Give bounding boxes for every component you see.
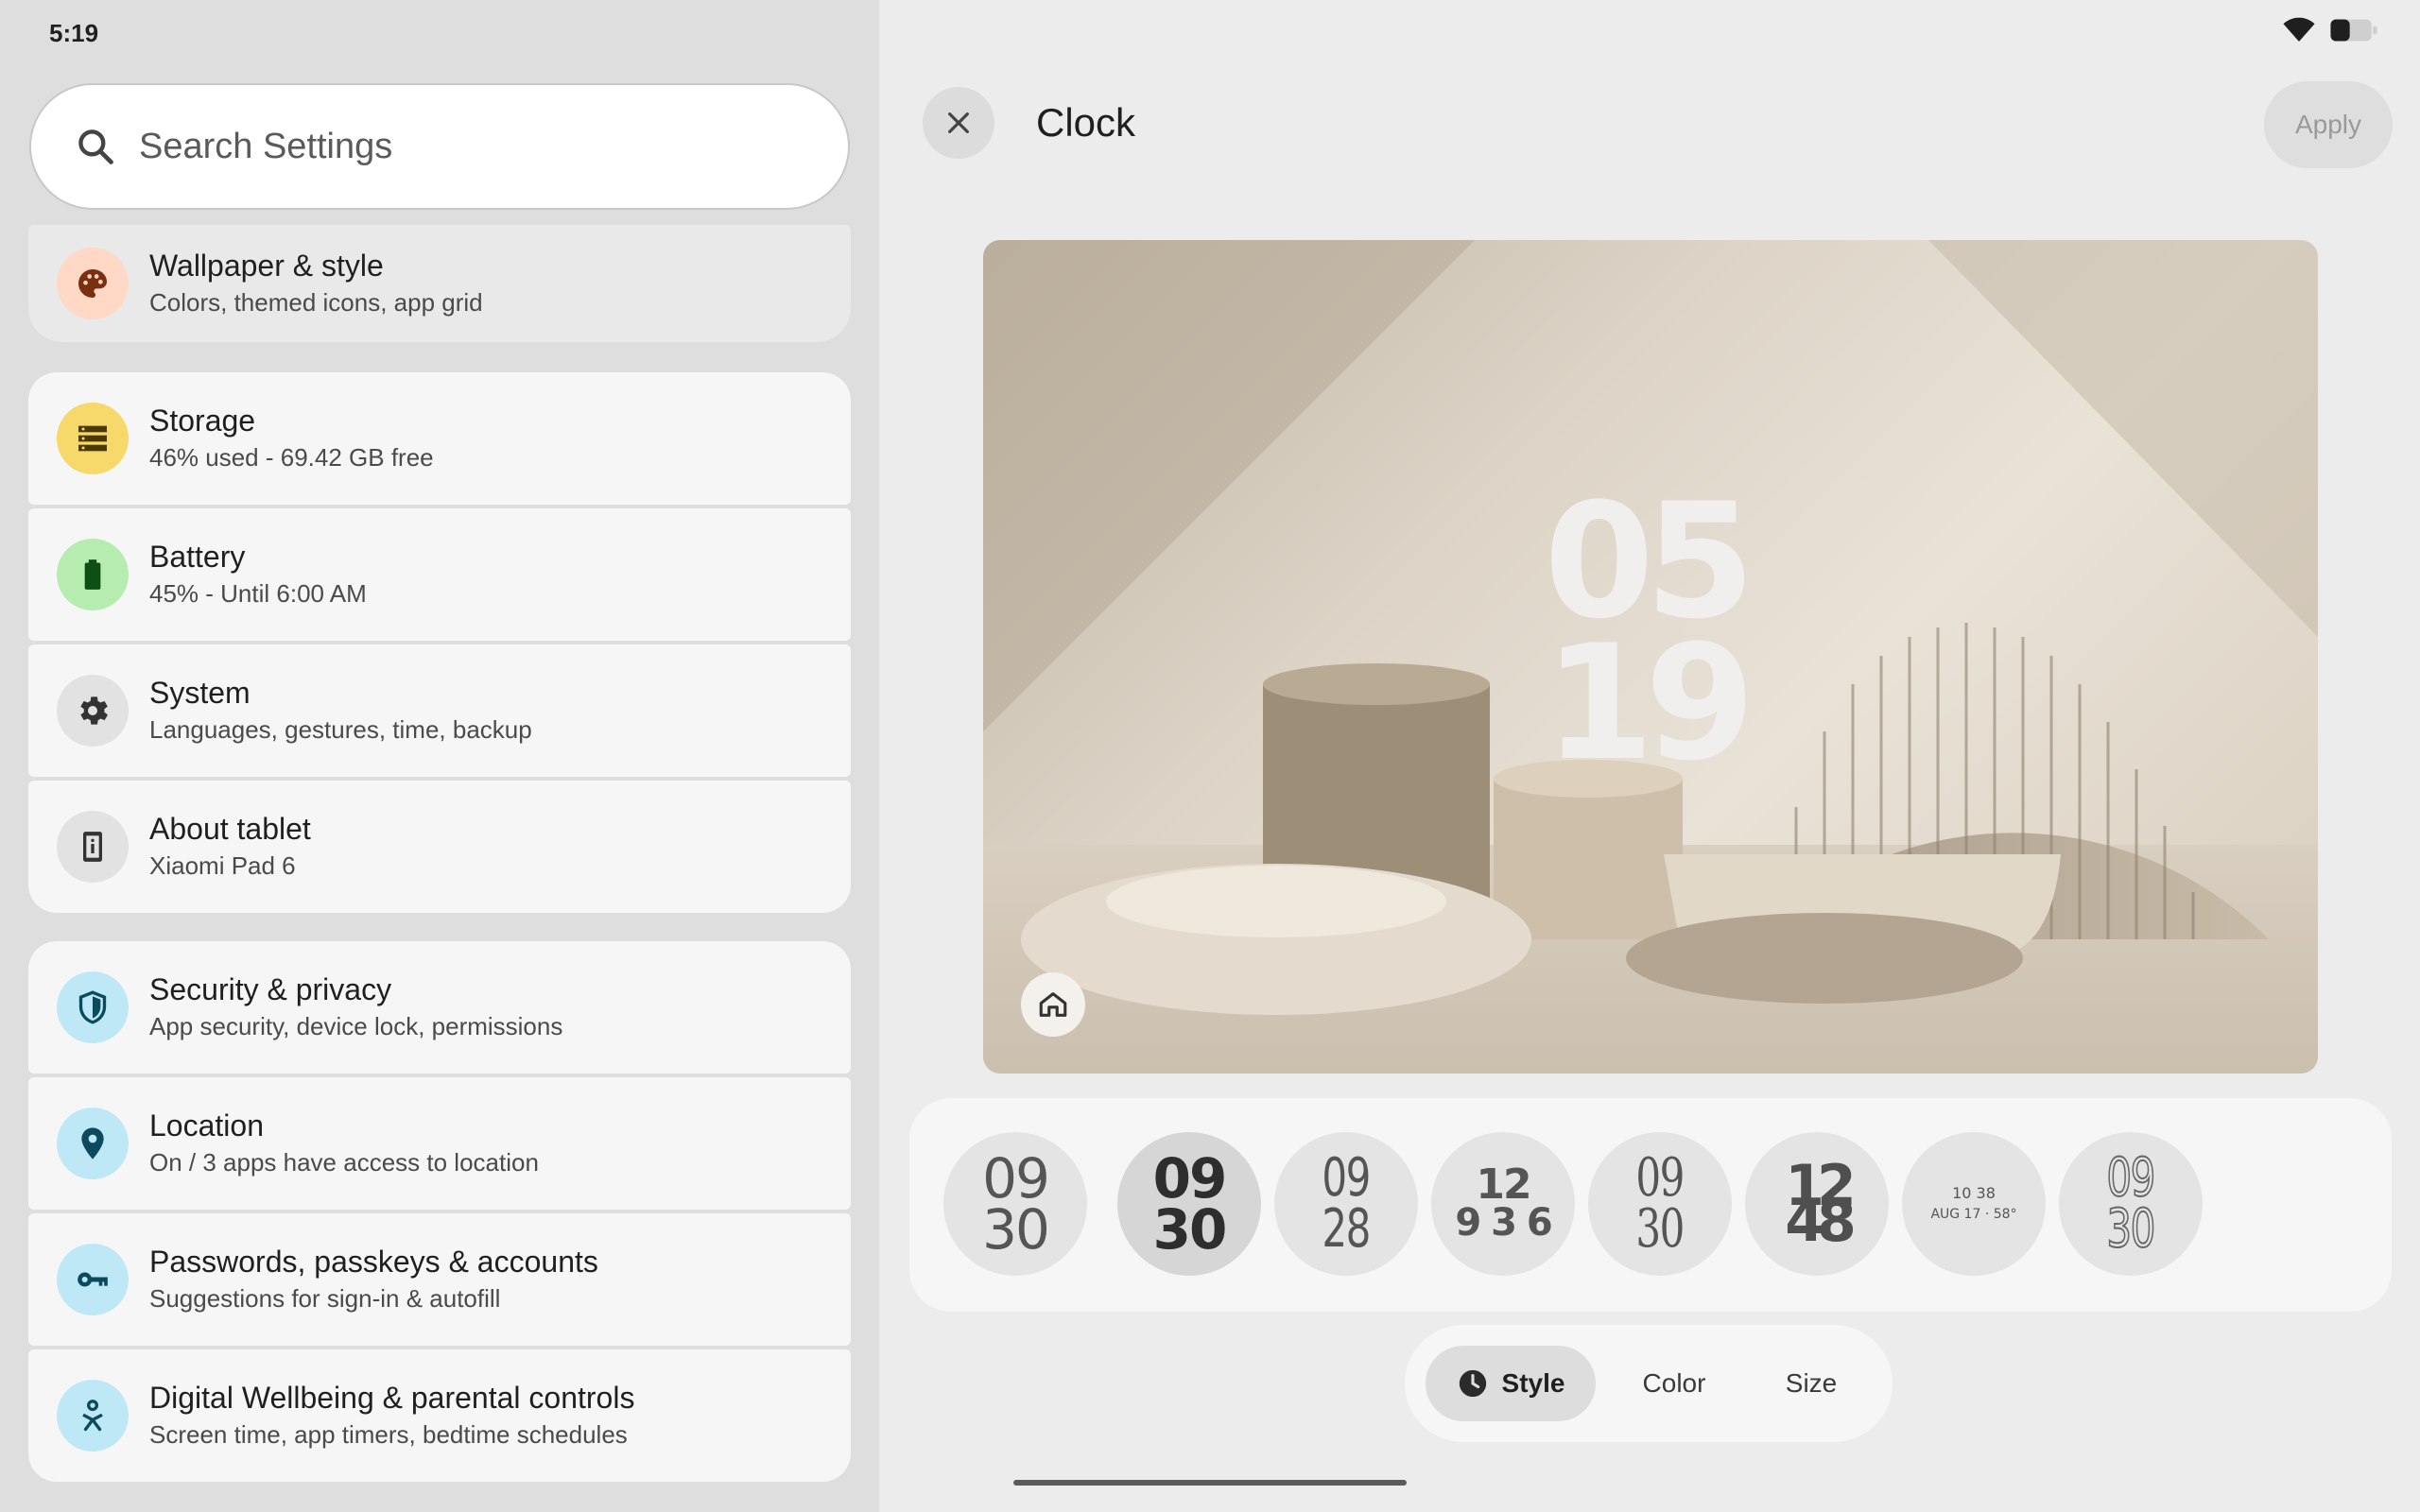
settings-item-passwords[interactable]: Passwords, passkeys & accounts Suggestio… — [28, 1213, 851, 1346]
face-line: 09 — [982, 1146, 1050, 1211]
tab-label: Size — [1785, 1368, 1838, 1398]
item-subtitle: On / 3 apps have access to location — [149, 1148, 539, 1177]
item-subtitle: Xiaomi Pad 6 — [149, 851, 296, 880]
settings-pane: 5:19 Search Settings Wallpaper & style C… — [0, 0, 879, 1512]
clock-face-option[interactable]: 12 9 3 6 — [1431, 1132, 1575, 1276]
tab-label: Color — [1642, 1368, 1706, 1398]
key-icon — [57, 1244, 129, 1315]
storage-icon — [57, 403, 129, 474]
tab-size[interactable]: Size — [1745, 1346, 1877, 1421]
face-line: 10 38 — [1952, 1184, 1996, 1202]
status-time: 5:19 — [49, 19, 99, 47]
system-status-icons — [2282, 17, 2378, 43]
wellbeing-icon — [57, 1380, 129, 1452]
item-subtitle: 46% used - 69.42 GB free — [149, 443, 434, 472]
item-title: System — [149, 676, 251, 710]
preview-clock-minutes: 19 — [1544, 610, 1755, 796]
navigation-handle[interactable] — [1013, 1480, 1407, 1486]
item-title: About tablet — [149, 812, 311, 846]
item-title: Wallpaper & style — [149, 249, 384, 283]
item-subtitle: 45% - Until 6:00 AM — [149, 579, 367, 608]
battery-icon — [2330, 19, 2377, 42]
face-line: 09 — [1152, 1146, 1228, 1211]
palette-icon — [57, 248, 129, 319]
tablet-info-icon — [57, 811, 129, 883]
clock-face-option[interactable]: 10 38 AUG 17 · 58° — [1902, 1132, 2046, 1276]
item-subtitle: Screen time, app timers, bedtime schedul… — [149, 1420, 628, 1449]
face-line: 28 — [1322, 1198, 1372, 1260]
settings-item-digital-wellbeing[interactable]: Digital Wellbeing & parental controls Sc… — [28, 1349, 851, 1482]
tab-label: Style — [1501, 1368, 1565, 1398]
home-icon — [1039, 992, 1067, 1017]
face-line: 30 — [982, 1197, 1050, 1262]
clock-editor-pane: Clock Apply 05 19 09 30 09 30 09 28 12 9… — [879, 0, 2420, 1512]
shield-icon — [57, 971, 129, 1043]
settings-item-location[interactable]: Location On / 3 apps have access to loca… — [28, 1077, 851, 1210]
settings-item-system[interactable]: System Languages, gestures, time, backup — [28, 644, 851, 777]
close-button[interactable] — [923, 87, 994, 159]
clock-face-option[interactable]: 09 30 — [1588, 1132, 1732, 1276]
close-icon — [948, 112, 969, 133]
search-settings-bar[interactable]: Search Settings — [29, 83, 850, 210]
item-title: Digital Wellbeing & parental controls — [149, 1381, 635, 1415]
search-icon — [78, 129, 113, 164]
item-subtitle: App security, device lock, permissions — [149, 1012, 563, 1040]
settings-item-storage[interactable]: Storage 46% used - 69.42 GB free — [28, 372, 851, 505]
item-subtitle: Suggestions for sign-in & autofill — [149, 1284, 501, 1313]
face-line: 09 — [1322, 1147, 1372, 1209]
face-line: 30 — [1635, 1198, 1685, 1260]
item-title: Battery — [149, 540, 246, 574]
face-line: 09 — [1635, 1147, 1685, 1209]
search-placeholder: Search Settings — [139, 126, 393, 166]
tab-color[interactable]: Color — [1603, 1346, 1745, 1421]
home-button[interactable] — [1021, 972, 1085, 1037]
clock-icon — [1459, 1369, 1486, 1398]
settings-item-about-tablet[interactable]: About tablet Xiaomi Pad 6 — [28, 781, 851, 913]
face-line: AUG 17 · 58° — [1930, 1207, 2017, 1222]
face-line: 30 — [2106, 1198, 2156, 1260]
item-title: Security & privacy — [149, 972, 392, 1006]
preview-clock: 05 19 — [1512, 482, 1777, 796]
settings-item-security[interactable]: Security & privacy App security, device … — [28, 941, 851, 1074]
item-title: Storage — [149, 404, 256, 438]
clock-face-option[interactable]: 12 48 — [1745, 1132, 1889, 1276]
item-subtitle: Languages, gestures, time, backup — [149, 715, 532, 744]
item-title: Passwords, passkeys & accounts — [149, 1245, 598, 1279]
clock-style-picker: 09 30 09 30 09 28 12 9 3 6 09 30 12 48 1… — [909, 1098, 2392, 1312]
wifi-icon — [2283, 17, 2315, 42]
clock-face-option-selected[interactable]: 09 30 — [1117, 1132, 1261, 1276]
gear-icon — [57, 675, 129, 747]
settings-item-battery[interactable]: Battery 45% - Until 6:00 AM — [28, 508, 851, 641]
apply-button[interactable]: Apply — [2264, 81, 2393, 168]
clock-face-option[interactable]: 09 30 — [943, 1132, 1087, 1276]
lockscreen-preview: 05 19 — [983, 240, 2318, 1074]
location-pin-icon — [57, 1108, 129, 1179]
face-line: 12 — [1476, 1160, 1531, 1209]
face-line: 9 3 6 — [1455, 1201, 1552, 1245]
item-title: Location — [149, 1108, 264, 1143]
face-line: 48 — [1785, 1189, 1856, 1255]
clock-face-option[interactable]: 09 30 — [2059, 1132, 2203, 1276]
settings-item-wallpaper[interactable]: Wallpaper & style Colors, themed icons, … — [28, 225, 851, 342]
item-subtitle: Colors, themed icons, app grid — [149, 288, 483, 317]
page-title: Clock — [1036, 100, 1136, 145]
battery-icon — [57, 539, 129, 610]
face-line: 30 — [1152, 1197, 1228, 1262]
clock-settings-tabs: Style Color Size — [1405, 1325, 1893, 1442]
face-line: 09 — [2106, 1147, 2156, 1209]
tab-style[interactable]: Style — [1426, 1346, 1596, 1421]
clock-face-option[interactable]: 09 28 — [1274, 1132, 1418, 1276]
